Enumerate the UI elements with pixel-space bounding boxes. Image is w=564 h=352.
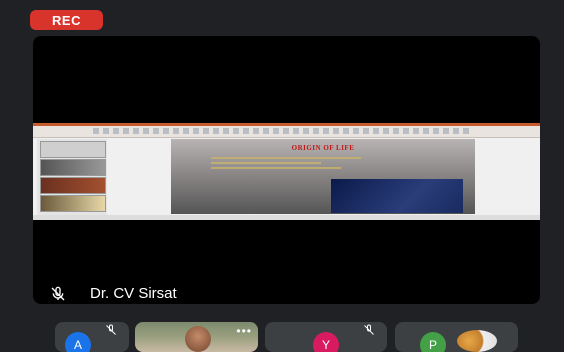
more-options-icon[interactable]: •••: [236, 324, 252, 338]
presenter-name-row: Dr. CV Sirsat: [50, 285, 177, 302]
recording-badge: REC: [30, 10, 103, 30]
participant-tile-video[interactable]: •••: [135, 322, 258, 352]
slide-image: [331, 179, 463, 213]
current-slide: ORIGIN OF LIFE: [171, 139, 475, 214]
avatar: A: [65, 332, 91, 352]
slide-title: ORIGIN OF LIFE: [291, 144, 355, 152]
ppt-ribbon: [33, 123, 540, 138]
slide-thumbnail: [40, 177, 106, 194]
slide-text-lines: [211, 157, 361, 175]
participant-face: [185, 326, 211, 352]
shared-screen: ORIGIN OF LIFE: [33, 123, 540, 220]
slide-thumbnail: [40, 195, 106, 212]
avatar: Y: [313, 332, 339, 352]
slide-thumbnails: [37, 139, 107, 217]
mic-off-icon: [51, 286, 65, 300]
presenter-name: Dr. CV Sirsat: [90, 285, 177, 302]
participant-tile-y[interactable]: Y: [265, 322, 387, 352]
brain-icon: [457, 330, 497, 352]
ppt-status-bar: [33, 215, 540, 220]
participant-tile-p[interactable]: P: [395, 322, 518, 352]
avatar: P: [420, 332, 446, 352]
presenter-tile[interactable]: ORIGIN OF LIFE Dr. CV Sirsat: [33, 36, 540, 304]
mic-off-icon: [106, 324, 116, 335]
participant-tile-a[interactable]: A: [55, 322, 129, 352]
slide-thumbnail: [40, 141, 106, 158]
slide-thumbnail: [40, 159, 106, 176]
mic-off-icon: [364, 324, 374, 335]
